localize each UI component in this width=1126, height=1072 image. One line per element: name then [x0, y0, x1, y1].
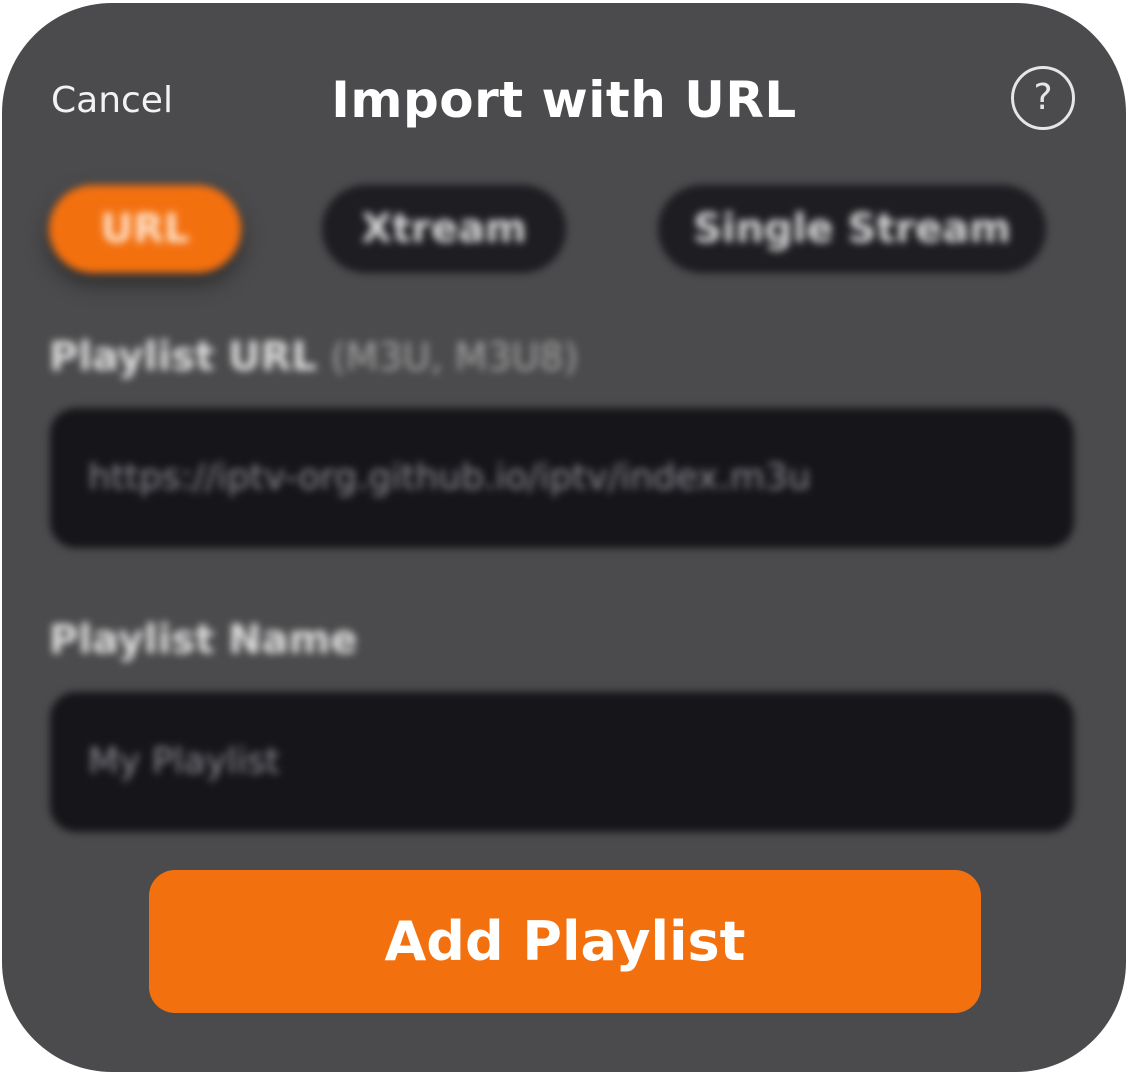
playlist-url-label: Playlist URL (M3U, M3U8) [49, 331, 578, 383]
add-playlist-button[interactable]: Add Playlist [149, 870, 981, 1013]
playlist-url-format-hint: (M3U, M3U8) [330, 335, 579, 379]
import-sheet: URL Xtream Single Stream Playlist URL (M… [2, 3, 1126, 1072]
tab-url[interactable]: URL [49, 185, 241, 273]
page-title: Import with URL [331, 71, 797, 129]
help-icon[interactable]: ? [1011, 66, 1075, 130]
playlist-url-input[interactable]: https://iptv-org.github.io/iptv/index.m3… [50, 408, 1074, 548]
playlist-url-label-text: Playlist URL [49, 334, 317, 380]
tab-xtream[interactable]: Xtream [322, 185, 566, 273]
playlist-name-input[interactable]: My Playlist [50, 692, 1074, 832]
help-symbol: ? [1033, 77, 1053, 118]
tab-single-stream[interactable]: Single Stream [658, 185, 1046, 273]
playlist-name-label: Playlist Name [49, 617, 358, 663]
